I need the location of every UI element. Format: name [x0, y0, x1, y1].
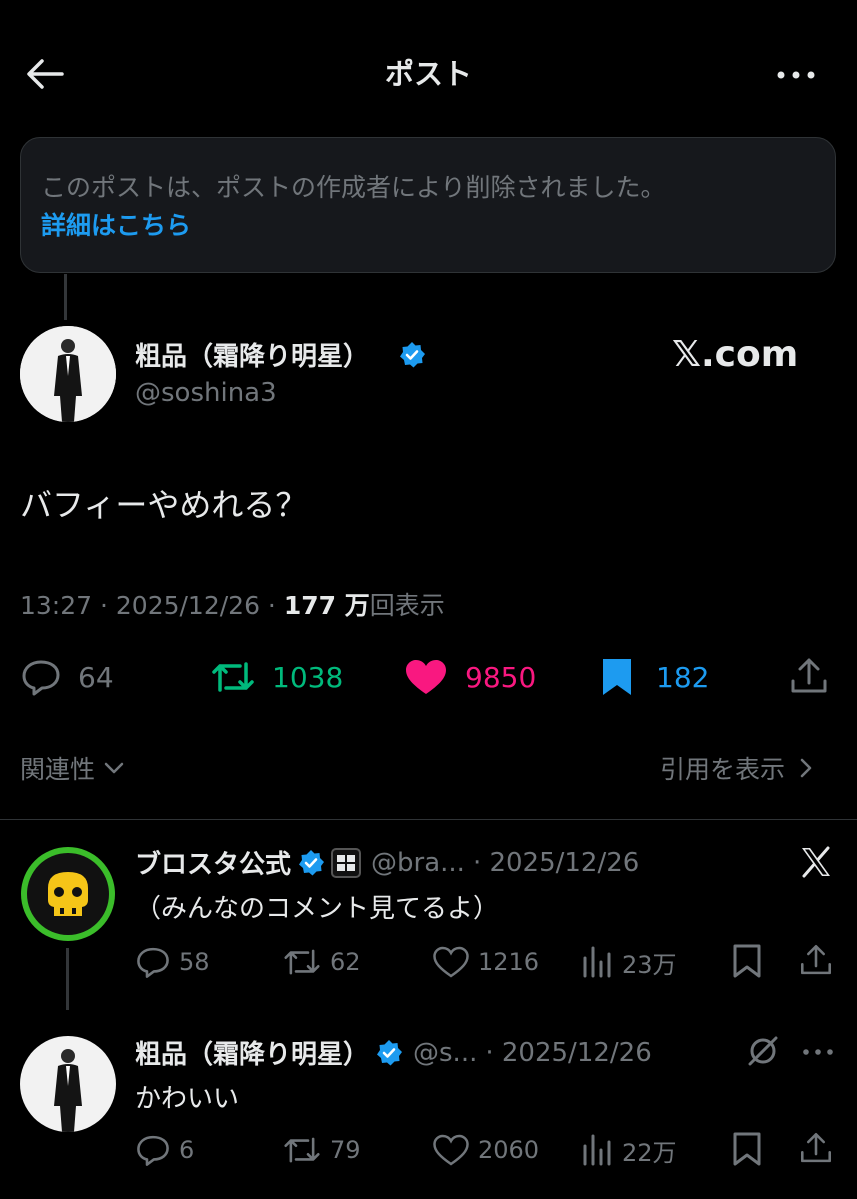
heart-filled-icon — [406, 660, 446, 694]
thread-connector-line — [66, 948, 69, 1010]
reply-button[interactable]: 6 — [135, 1132, 194, 1168]
reply-author-handle[interactable]: @s... — [413, 1038, 477, 1068]
reply-text: かわいい — [135, 1084, 240, 1114]
like-count: 1216 — [478, 948, 540, 976]
reply-count: 64 — [78, 660, 114, 694]
view-count: 177 万 — [283, 591, 370, 620]
bookmark-icon[interactable] — [730, 943, 764, 979]
views-button[interactable]: 23万 — [580, 944, 677, 980]
view-label: 回表示 — [369, 591, 445, 620]
repost-count: 79 — [330, 1136, 361, 1164]
repost-icon — [284, 949, 320, 975]
reply-author-handle[interactable]: @bra... — [371, 848, 465, 878]
post-date[interactable]: 2025/12/26 — [116, 591, 260, 620]
reply-icon — [137, 1135, 169, 1166]
views-button[interactable]: 22万 — [580, 1132, 677, 1168]
post-meta: 13:27 · 2025/12/26 · 177 万回表示 — [20, 591, 445, 620]
reply-header: ブロスタ公式 @bra... · 2025/12/26 — [135, 844, 639, 881]
bookmark-count: 182 — [656, 660, 710, 694]
reply-icon — [137, 947, 169, 978]
reply-icon — [22, 660, 60, 696]
affiliate-badge-icon — [331, 847, 362, 878]
verified-badge-icon — [398, 341, 426, 369]
reply-date[interactable]: · 2025/12/26 — [473, 848, 639, 878]
view-quotes-label: 引用を表示 — [660, 755, 786, 784]
avatar[interactable] — [20, 1036, 116, 1132]
x-com-watermark: 𝕏.com — [672, 334, 799, 375]
reply-count: 58 — [179, 948, 210, 976]
like-button[interactable]: 9850 — [403, 656, 536, 698]
repost-icon — [284, 1137, 320, 1163]
repost-button[interactable]: 79 — [282, 1132, 361, 1168]
chevron-down-icon — [104, 762, 124, 774]
learn-more-link[interactable]: 詳細はこちら — [41, 206, 191, 242]
repost-count: 1038 — [272, 660, 344, 694]
views-count: 23万 — [622, 950, 677, 979]
more-options-icon[interactable] — [772, 60, 820, 90]
heart-icon — [433, 946, 469, 978]
reply-button[interactable]: 58 — [135, 944, 210, 980]
view-quotes-link[interactable]: 引用を表示 — [660, 750, 819, 786]
reply-count: 6 — [179, 1136, 195, 1164]
views-icon — [583, 1134, 611, 1166]
verified-badge-icon — [299, 849, 325, 875]
chevron-right-icon — [800, 758, 812, 778]
reply-date[interactable]: · 2025/12/26 — [485, 1038, 651, 1068]
verified-badge-icon — [377, 1039, 403, 1065]
page-title: ポスト — [384, 57, 472, 91]
more-options-icon[interactable] — [800, 1042, 836, 1062]
post-text: バフィーやめれる？ — [20, 486, 308, 524]
post-time[interactable]: 13:27 — [20, 591, 92, 620]
heart-icon — [433, 1134, 469, 1166]
grok-icon[interactable] — [746, 1034, 780, 1068]
reply-item[interactable]: ブロスタ公式 @bra... · 2025/12/26 （みんなのコメント見てる… — [0, 830, 857, 1010]
deleted-post-message: このポストは、ポストの作成者により削除されました。 — [41, 173, 666, 202]
repost-button[interactable]: 1038 — [210, 656, 343, 698]
divider — [0, 819, 857, 820]
avatar[interactable] — [20, 326, 116, 422]
views-icon — [583, 946, 611, 978]
reply-author-name[interactable]: ブロスタ公式 — [135, 844, 291, 881]
views-count: 22万 — [622, 1138, 677, 1167]
like-count: 2060 — [478, 1136, 540, 1164]
reply-item[interactable]: 粗品（霜降り明星） @s... · 2025/12/26 かわいい 6 79 2… — [0, 1020, 857, 1199]
reply-header: 粗品（霜降り明星） @s... · 2025/12/26 — [135, 1034, 652, 1071]
share-icon[interactable] — [798, 942, 834, 978]
share-icon[interactable] — [788, 655, 830, 697]
repost-icon — [212, 662, 254, 692]
deleted-post-notice: このポストは、ポストの作成者により削除されました。 詳細はこちら — [20, 137, 836, 273]
author-handle[interactable]: @soshina3 — [135, 378, 277, 408]
like-button[interactable]: 2060 — [432, 1132, 539, 1168]
bookmark-button[interactable]: 182 — [598, 656, 709, 698]
bookmark-icon[interactable] — [730, 1131, 764, 1167]
repost-count: 62 — [330, 948, 361, 976]
author-name[interactable]: 粗品（霜降り明星） — [135, 336, 369, 373]
like-button[interactable]: 1216 — [432, 944, 539, 980]
x-logo-icon — [798, 844, 834, 880]
bookmark-filled-icon — [603, 659, 631, 695]
repost-button[interactable]: 62 — [282, 944, 361, 980]
sort-label: 関連性 — [20, 755, 96, 784]
like-count: 9850 — [465, 660, 537, 694]
reply-button[interactable]: 64 — [20, 656, 114, 698]
share-icon[interactable] — [798, 1130, 834, 1166]
thread-connector-line — [64, 274, 67, 320]
sort-dropdown[interactable]: 関連性 — [20, 750, 127, 786]
reply-author-name[interactable]: 粗品（霜降り明星） — [135, 1034, 369, 1071]
avatar[interactable] — [20, 846, 116, 942]
reply-text: （みんなのコメント見てるよ） — [135, 894, 500, 924]
